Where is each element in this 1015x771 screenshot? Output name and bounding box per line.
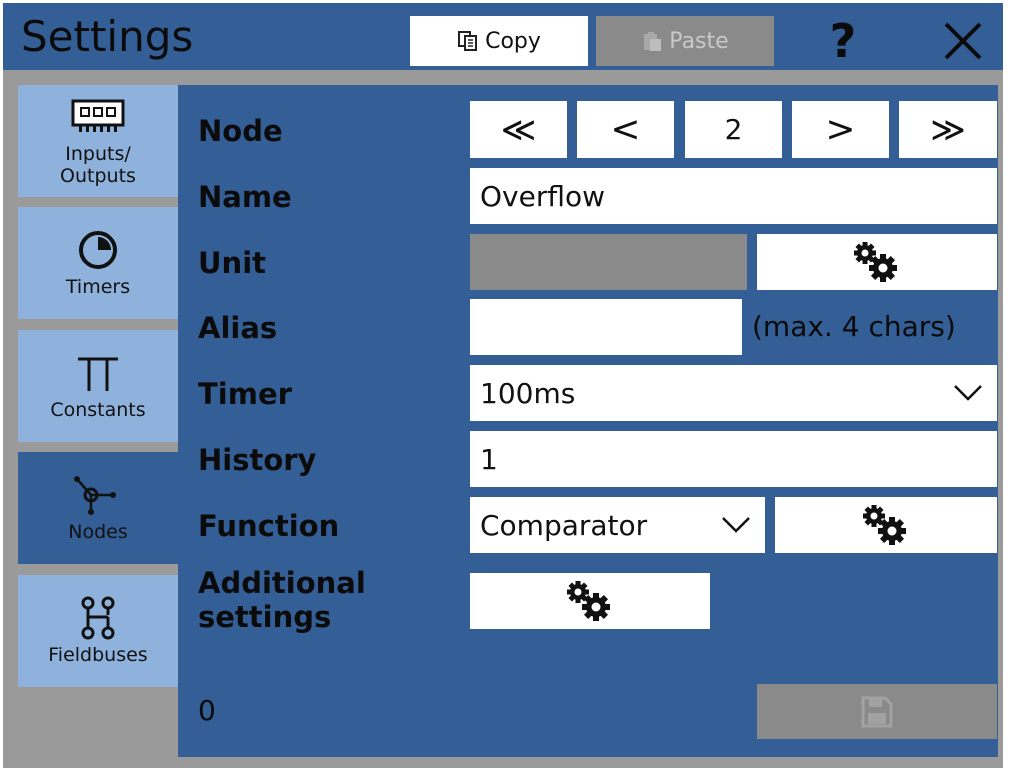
alias-label: Alias xyxy=(198,311,278,345)
help-icon: ? xyxy=(829,14,857,68)
copy-icon xyxy=(458,31,478,51)
sidebar-item-fieldbuses[interactable]: Fieldbuses xyxy=(18,575,178,687)
function-selected-value: Comparator xyxy=(480,508,648,542)
name-label: Name xyxy=(198,180,292,214)
copy-button-label: Copy xyxy=(485,28,541,54)
sidebar-item-constants[interactable]: Constants xyxy=(18,330,178,442)
timer-selected-value: 100ms xyxy=(480,376,576,410)
additional-settings-button[interactable] xyxy=(470,573,710,629)
next-node-button[interactable]: > xyxy=(792,101,889,158)
first-node-button[interactable]: ≪ xyxy=(470,101,567,158)
node-graph-icon xyxy=(74,476,116,515)
additional-settings-label-line2: settings xyxy=(198,600,332,634)
save-icon xyxy=(861,696,893,727)
paste-button-label: Paste xyxy=(669,28,729,54)
chevron-down-icon xyxy=(722,517,750,533)
double-chevron-left-icon: ≪ xyxy=(500,109,537,150)
history-value: 1 xyxy=(480,442,498,476)
gears-icon xyxy=(863,505,906,545)
timer-select[interactable]: 100ms xyxy=(470,365,997,421)
chevron-down-icon xyxy=(954,385,982,401)
function-settings-button[interactable] xyxy=(775,497,997,553)
double-chevron-right-icon: ≫ xyxy=(930,109,966,150)
pi-constant-icon xyxy=(78,357,118,391)
status-counter: 0 xyxy=(198,694,216,727)
sidebar-item-label: Fieldbuses xyxy=(48,644,148,666)
alias-input[interactable] xyxy=(470,299,742,355)
network-tree-icon xyxy=(81,596,115,640)
sidebar-item-inputs-outputs[interactable]: Inputs/ Outputs xyxy=(18,85,178,197)
sidebar-item-label: Outputs xyxy=(60,165,136,187)
node-label: Node xyxy=(198,114,283,148)
history-input[interactable]: 1 xyxy=(470,431,997,487)
copy-button[interactable]: Copy xyxy=(410,16,588,66)
sidebar-item-label: Constants xyxy=(50,399,146,421)
prev-node-button[interactable]: < xyxy=(577,101,674,158)
name-input[interactable]: Overflow xyxy=(470,168,997,224)
page-title: Settings xyxy=(21,12,194,61)
sidebar-item-label: Inputs/ xyxy=(65,143,131,165)
history-label: History xyxy=(198,443,317,477)
io-chip-icon xyxy=(71,99,125,132)
close-button[interactable] xyxy=(928,16,998,66)
header-bar: Settings Copy Paste ? xyxy=(3,3,1003,70)
gears-icon xyxy=(854,242,897,282)
additional-settings-label: Additional settings xyxy=(198,566,366,634)
timer-label: Timer xyxy=(198,377,292,411)
alias-hint: (max. 4 chars) xyxy=(752,310,956,343)
name-value: Overflow xyxy=(480,179,606,213)
sidebar-item-timers[interactable]: Timers xyxy=(18,207,178,319)
chevron-right-icon: > xyxy=(825,109,856,150)
function-label: Function xyxy=(198,509,340,543)
unit-label: Unit xyxy=(198,246,266,280)
node-number-field[interactable]: 2 xyxy=(685,101,782,158)
sidebar-item-label: Timers xyxy=(65,276,131,298)
node-number-value: 2 xyxy=(724,113,743,146)
paste-button[interactable]: Paste xyxy=(596,16,774,66)
paste-icon xyxy=(644,32,662,51)
timer-clock-icon xyxy=(79,231,117,269)
save-button[interactable] xyxy=(757,684,997,739)
last-node-button[interactable]: ≫ xyxy=(899,101,997,158)
gears-icon xyxy=(567,581,610,621)
unit-field xyxy=(470,234,747,290)
sidebar-item-nodes[interactable]: Nodes xyxy=(18,452,178,564)
close-icon xyxy=(944,22,982,60)
function-select[interactable]: Comparator xyxy=(470,497,765,553)
unit-settings-button[interactable] xyxy=(757,234,997,290)
chevron-left-icon: < xyxy=(610,109,641,150)
additional-settings-label-line1: Additional xyxy=(198,566,366,600)
sidebar-item-label: Nodes xyxy=(68,521,128,543)
help-button[interactable]: ? xyxy=(803,14,883,68)
